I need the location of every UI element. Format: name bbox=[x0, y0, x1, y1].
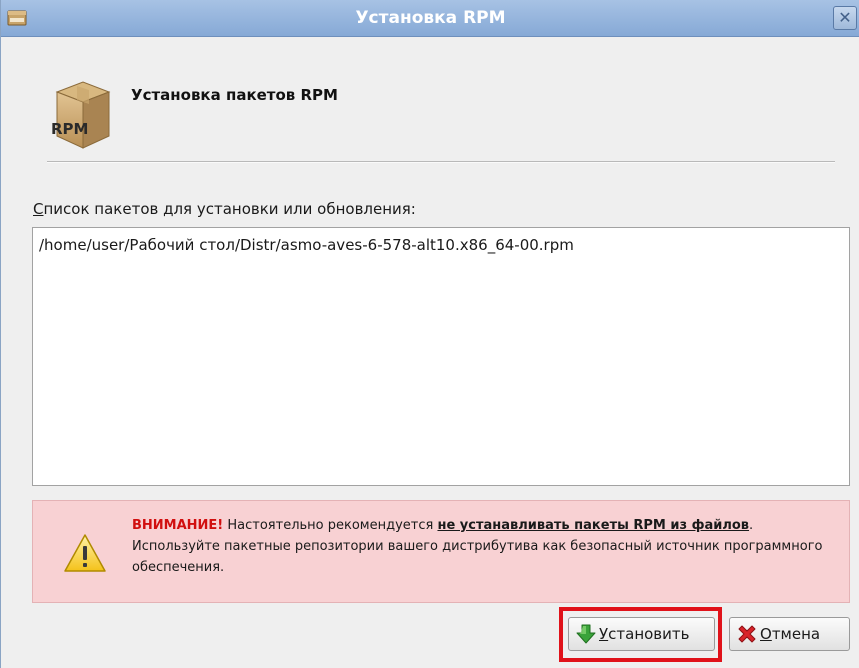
warning-text-before: Настоятельно рекомендуется bbox=[223, 518, 438, 533]
warning-message: ВНИМАНИЕ! Настоятельно рекомендуется не … bbox=[132, 515, 832, 578]
cancel-button-label: Отмена bbox=[760, 625, 820, 643]
rpm-box-icon: RPM bbox=[51, 81, 111, 149]
install-label-text: становить bbox=[608, 625, 690, 643]
label-text: писок пакетов для установки или обновлен… bbox=[43, 200, 416, 218]
cancel-label-text: тмена bbox=[771, 625, 821, 643]
cancel-mnemonic: О bbox=[760, 625, 772, 643]
close-button[interactable]: ✕ bbox=[833, 6, 857, 30]
label-mnemonic: С bbox=[33, 200, 44, 218]
warning-icon bbox=[64, 534, 106, 572]
rpm-install-dialog: Установка RPM ✕ RPM Установка пакетов RP… bbox=[0, 0, 859, 668]
title-bar[interactable]: Установка RPM ✕ bbox=[1, 0, 859, 37]
warning-emphasis: не устанавливать пакеты RPM из файлов bbox=[437, 518, 750, 533]
rpm-box-label: RPM bbox=[51, 120, 88, 138]
install-arrow-icon bbox=[576, 624, 596, 644]
install-mnemonic: У bbox=[599, 625, 609, 643]
window-title: Установка RPM bbox=[355, 8, 506, 28]
cancel-x-icon bbox=[738, 625, 756, 643]
cancel-button[interactable]: Отмена bbox=[729, 617, 850, 651]
warning-attention: ВНИМАНИЕ! bbox=[132, 518, 224, 533]
package-list[interactable]: /home/user/Рабочий стол/Distr/asmo-aves-… bbox=[32, 227, 850, 486]
warning-banner: ВНИМАНИЕ! Настоятельно рекомендуется не … bbox=[32, 500, 850, 603]
install-button-label: Установить bbox=[599, 625, 689, 643]
package-list-label: Список пакетов для установки или обновле… bbox=[33, 200, 416, 218]
header-title: Установка пакетов RPM bbox=[131, 86, 338, 104]
list-item[interactable]: /home/user/Рабочий стол/Distr/asmo-aves-… bbox=[39, 236, 574, 254]
install-button[interactable]: Установить bbox=[568, 617, 715, 651]
header-separator bbox=[47, 161, 835, 163]
